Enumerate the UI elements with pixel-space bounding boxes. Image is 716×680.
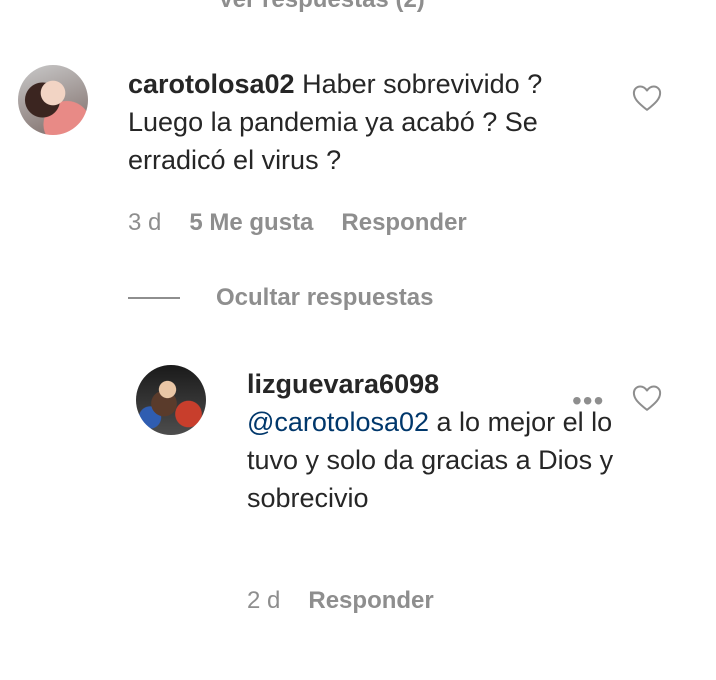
reply-username[interactable]: lizguevara6098 [247,365,617,403]
comment-time: 3 d [128,209,162,236]
comment-reply-button[interactable]: Responder [341,209,466,237]
comment-username[interactable]: carotolosa02 [128,69,295,99]
reply-time: 2 d [247,587,281,614]
comment-likes[interactable]: 5 Me gusta [189,209,313,237]
hide-replies-label[interactable]: Ocultar respuestas [216,284,433,312]
avatar-lizguevara6098[interactable] [136,365,206,435]
reply-reply-button[interactable]: Responder [308,587,433,615]
divider-line [128,297,180,299]
reply-mention[interactable]: @carotolosa02 [247,407,429,437]
avatar-carotolosa02[interactable] [18,65,88,135]
comment-meta: 3 d 5 Me gusta Responder [128,209,467,237]
reply-body: lizguevara6098 @carotolosa02 a lo mejor … [247,365,617,517]
hide-replies-row[interactable]: Ocultar respuestas [128,284,433,312]
reply-meta: 2 d Responder [247,587,434,615]
comment-body: carotolosa02 Haber sobrevivido ? Luego l… [128,65,598,179]
view-replies-link[interactable]: Ver respuestas (2) [218,0,425,14]
heart-icon[interactable] [632,84,662,112]
more-options-icon[interactable]: ••• [572,385,604,417]
heart-icon[interactable] [632,384,662,412]
